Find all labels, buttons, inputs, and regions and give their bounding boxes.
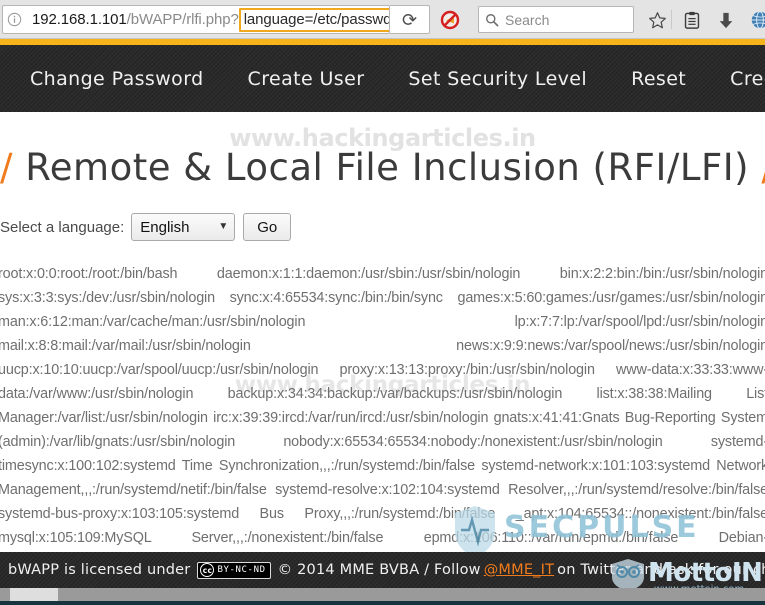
site-footer: bWAPP is licensed under cc BY-NC-ND © 20… <box>0 552 765 588</box>
language-form: Select a language: English ▼ Go <box>0 213 292 241</box>
site-info-icon[interactable] <box>3 6 25 33</box>
footer-suffix: on Twitter and ask for our cheat <box>557 562 765 578</box>
language-select[interactable]: English ▼ <box>131 213 236 241</box>
nav-item-change-password[interactable]: Change Password <box>30 68 204 90</box>
site-navbar: Change Password Create User Set Security… <box>0 45 765 112</box>
reload-button[interactable]: ⟳ <box>390 5 430 34</box>
title-slash-right: / <box>761 146 765 189</box>
nav-items: Change Password Create User Set Security… <box>0 68 765 90</box>
language-label: Select a language: <box>0 218 125 236</box>
bookmark-star-icon[interactable] <box>645 8 669 32</box>
horizontal-scrollbar[interactable] <box>0 588 765 601</box>
cc-license-label: BY-NC-ND <box>217 565 266 575</box>
search-placeholder: Search <box>505 11 550 28</box>
nav-item-reset[interactable]: Reset <box>631 68 686 90</box>
address-bar[interactable]: 192.168.1.101/bWAPP/rlfi.php? language=/e… <box>2 5 390 34</box>
nav-item-set-security-level[interactable]: Set Security Level <box>408 68 587 90</box>
noscript-icon[interactable] <box>440 10 460 30</box>
title-slash-left: / <box>0 146 13 189</box>
download-arrow-icon[interactable] <box>714 8 738 32</box>
nav-item-create-user[interactable]: Create User <box>248 68 365 90</box>
passwd-file-output: root:x:0:0:root:/root:/bin/bash daemon:x… <box>0 266 765 546</box>
footer-copyright: © 2014 MME BVBA / Follow <box>277 562 481 578</box>
nav-item-credits[interactable]: Credits <box>730 68 765 90</box>
bottom-strip <box>0 601 765 605</box>
browser-window: 192.168.1.101/bWAPP/rlfi.php? language=/e… <box>0 0 765 605</box>
search-box[interactable]: Search <box>478 6 634 33</box>
search-icon <box>485 13 499 27</box>
browser-toolbar: 192.168.1.101/bWAPP/rlfi.php? language=/e… <box>0 0 765 39</box>
page-content: www.hackingarticles.in / Remote & Local … <box>0 112 765 552</box>
reader-clipboard-icon[interactable] <box>680 8 704 32</box>
go-button[interactable]: Go <box>243 213 292 241</box>
page-title-text: Remote & Local File Inclusion (RFI/LFI) <box>25 146 750 189</box>
page-title: / Remote & Local File Inclusion (RFI/LFI… <box>0 146 765 189</box>
footer-license-prefix: bWAPP is licensed under <box>8 562 191 578</box>
url-host: 192.168.1.101 <box>32 11 127 28</box>
toolbar-divider <box>671 10 672 29</box>
twitter-handle-link[interactable]: @MME_IT <box>484 562 554 578</box>
horizontal-scrollbar-thumb[interactable] <box>10 588 58 601</box>
url-path: /bWAPP/rlfi.php? <box>126 11 239 28</box>
chevron-down-icon: ▼ <box>218 221 229 232</box>
url-query-highlight[interactable]: language=/etc/passwd <box>238 7 389 32</box>
cc-license-badge[interactable]: cc BY-NC-ND <box>197 561 271 579</box>
cc-circle-icon: cc <box>200 563 215 577</box>
address-bar-url: 192.168.1.101/bWAPP/rlfi.php? language=/e… <box>32 7 389 32</box>
language-select-value: English <box>140 218 190 236</box>
globe-icon[interactable] <box>748 8 765 32</box>
footer-text: bWAPP is licensed under cc BY-NC-ND © 20… <box>0 561 765 579</box>
reload-icon: ⟳ <box>401 9 418 30</box>
